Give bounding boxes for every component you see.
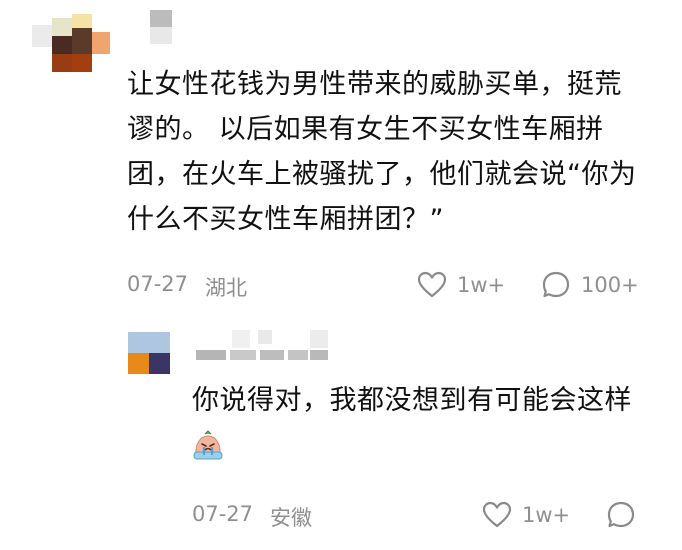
avatar[interactable] (32, 10, 110, 74)
reply-text: 你说得对，我都没想到有可能会这样 (192, 378, 632, 468)
reply-item: 你说得对，我都没想到有可能会这样 07-27 安徽 1w+ (0, 320, 682, 550)
comment-location: 湖北 (205, 276, 247, 300)
speech-bubble-icon (541, 270, 571, 300)
heart-outline-icon (482, 501, 512, 529)
comment-text: 让女性花钱为男性带来的威胁买单，挺荒谬的。 以后如果有女生不买女性车厢拼团，在火… (127, 69, 637, 235)
like-button[interactable]: 1w+ (417, 268, 505, 302)
avatar[interactable] (128, 332, 170, 374)
comment-date: 07-27 (127, 272, 189, 296)
like-button[interactable]: 1w+ (482, 498, 570, 532)
reply-location: 安徽 (270, 506, 312, 530)
comment-item: 让女性花钱为男性带来的威胁买单，挺荒谬的。 以后如果有女生不买女性车厢拼团，在火… (0, 0, 682, 320)
speech-bubble-icon (606, 500, 636, 530)
reply-meta: 07-27 安徽 1w+ (192, 498, 642, 534)
username-redacted (192, 330, 332, 364)
comment-meta: 07-27 湖北 1w+ 100+ (127, 268, 647, 304)
reply-button[interactable]: 100+ (541, 268, 639, 302)
like-count: 1w+ (457, 273, 506, 297)
heart-outline-icon (417, 271, 447, 299)
reply-text-content: 你说得对，我都没想到有可能会这样 (192, 385, 632, 416)
reply-date: 07-27 (192, 502, 254, 526)
username-redacted (150, 10, 172, 44)
crying-face-emoji-icon (193, 430, 223, 460)
reply-count: 100+ (581, 273, 639, 297)
reply-button[interactable] (606, 498, 636, 532)
like-count: 1w+ (522, 503, 571, 527)
